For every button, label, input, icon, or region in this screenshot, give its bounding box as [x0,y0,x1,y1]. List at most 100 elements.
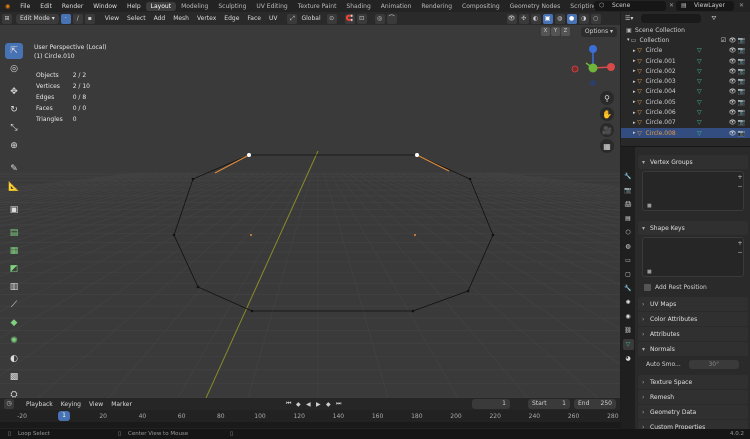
menu-uv[interactable]: UV [265,15,282,22]
perspective-toggle-icon[interactable]: ▦ [600,139,614,153]
gizmo-icon[interactable]: ✣ [518,13,529,24]
scene-tab-icon[interactable]: ⬡ [623,227,634,238]
navigation-gizmo[interactable] [570,41,616,87]
edge-slide-icon[interactable]: ▩ [5,369,23,385]
start-frame-field[interactable]: Start 1 [528,399,570,409]
tab-texture-paint[interactable]: Texture Paint [293,2,342,11]
normals-panel[interactable]: ▾ Normals [638,342,748,356]
snap-icon[interactable]: 🧲 [344,13,355,24]
eye-icon[interactable]: 👁 [728,109,737,116]
eye-icon[interactable]: 👁 [728,58,737,65]
outliner-item[interactable]: ▸ ▽ Circle.001 ▽ 👁 📷 [621,56,750,66]
pivot-icon[interactable]: ⊙ [326,13,337,24]
visibility-icon[interactable]: 👁 [506,13,517,24]
close-view-layer-icon[interactable]: ✕ [739,2,744,9]
vertex[interactable] [172,233,176,237]
outliner-item[interactable]: ▸ ▽ Circle.005 ▽ 👁 📷 [621,97,750,107]
add-rest-position-checkbox[interactable]: Add Rest Position [638,281,748,293]
eye-icon[interactable]: 👁 [728,78,737,85]
color-attributes-panel[interactable]: › Color Attributes [638,312,748,326]
outliner-scene-collection[interactable]: ▣ Scene Collection [621,25,750,35]
outliner-item[interactable]: ▸ ▽ Circle.006 ▽ 👁 📷 [621,107,750,117]
outliner-item-active[interactable]: ▸ ▽ Circle.008 ▽ 👁 📷 [621,127,750,139]
overlay-icon[interactable]: ◐ [530,13,541,24]
render-tab-icon[interactable]: 📷 [623,185,634,196]
remove-icon[interactable]: − [736,249,744,257]
bevel-icon[interactable]: ◩ [5,261,23,277]
scene-selector[interactable]: ⬡ Scene [594,1,666,11]
view-layer-tab-icon[interactable]: ▤ [623,213,634,224]
mirror-x-toggle[interactable]: X [541,27,550,36]
vertex[interactable] [250,309,254,313]
tab-geometry-nodes[interactable]: Geometry Nodes [505,2,566,11]
current-frame-marker[interactable]: 1 [58,411,70,421]
eye-icon[interactable]: 👁 [728,37,737,44]
vertex[interactable] [466,289,470,293]
next-keyframe-icon[interactable]: ◆ [326,401,331,408]
wireframe-shading-icon[interactable]: ◍ [554,13,565,24]
list-grip-icon[interactable]: ■ [647,269,652,275]
zoom-icon[interactable]: ⚲ [600,91,614,105]
vertex[interactable] [491,233,495,237]
menu-render[interactable]: Render [57,3,88,10]
object-tab-icon[interactable]: ▢ [623,269,634,280]
menu-mesh[interactable]: Mesh [169,15,193,22]
shrink-fatten-icon[interactable]: ⛭ [5,387,23,398]
menu-marker[interactable]: Marker [107,401,136,408]
play-reverse-icon[interactable]: ◀ [306,401,311,408]
snap-target-icon[interactable]: ⊡ [356,13,367,24]
camera-render-icon[interactable]: 📷 [737,99,746,106]
inset-icon[interactable]: ▦ [5,243,23,259]
shape-keys-list[interactable]: + − ■ [642,237,744,277]
checkbox-icon[interactable]: ☑ [719,37,728,44]
view-layer-selector[interactable]: ▤ ViewLayer [676,1,734,11]
modifier-tab-icon[interactable]: 🔧 [623,283,634,294]
texture-space-panel[interactable]: › Texture Space [638,375,748,389]
eye-icon[interactable]: 👁 [728,47,737,54]
cursor-icon[interactable]: ◎ [5,61,23,77]
poly-build-icon[interactable]: ◆ [5,315,23,331]
timeline-editor-icon[interactable]: ◷ [4,399,14,409]
menu-add[interactable]: Add [150,15,170,22]
menu-face[interactable]: Face [243,15,265,22]
rendered-shading-icon[interactable]: ○ [590,13,601,24]
camera-render-icon[interactable]: 📷 [737,68,746,75]
tab-animation[interactable]: Animation [376,2,417,11]
particles-tab-icon[interactable]: ✺ [623,297,634,308]
geometry-data-panel[interactable]: › Geometry Data [638,405,748,419]
vertex-groups-list[interactable]: + − ■ [642,171,744,211]
xray-icon[interactable]: ▣ [542,13,553,24]
outliner-item[interactable]: ▸ ▽ Circle.007 ▽ 👁 📷 [621,118,750,128]
outliner-item[interactable]: ▸ ▽ Circle.003 ▽ 👁 📷 [621,76,750,86]
menu-edit[interactable]: Edit [35,3,57,10]
mesh-data-tab-icon[interactable]: ▽ [622,339,634,350]
spin-icon[interactable]: ✺ [5,333,23,349]
list-grip-icon[interactable]: ■ [647,203,652,209]
menu-keying[interactable]: Keying [57,401,85,408]
vertex[interactable] [411,309,415,313]
camera-render-icon[interactable]: 📷 [737,88,746,95]
tab-rendering[interactable]: Rendering [416,2,457,11]
edge-select-icon[interactable]: / [72,13,83,24]
play-icon[interactable]: ▶ [316,401,321,408]
orientation-selector[interactable]: Global [297,15,324,22]
camera-render-icon[interactable]: 📷 [737,78,746,85]
camera-render-icon[interactable]: 📷 [737,119,746,126]
selected-vertex-left[interactable] [247,153,251,157]
eye-icon[interactable]: 👁 [728,130,737,137]
camera-render-icon[interactable]: 📷 [737,47,746,54]
outliner-search[interactable] [641,14,702,23]
jump-end-icon[interactable]: ⏭ [336,400,341,408]
camera-render-icon[interactable]: 📷 [737,109,746,116]
blender-logo-icon[interactable]: ◉ [0,3,15,10]
viewport-3d[interactable]: ⇱ ◎ ✥ ↻ ⤡ ⊕ ✎ 📐 ▣ ▤ ▦ ◩ ▥ ⟋ ◆ ✺ ◐ ▩ ⛭ ⟡ … [0,25,620,398]
move-icon[interactable]: ✥ [5,84,23,100]
scale-icon[interactable]: ⤡ [5,120,23,136]
loop-cut-icon[interactable]: ▥ [5,279,23,295]
outliner-item[interactable]: ▸ ▽ Circle.002 ▽ 👁 📷 [621,66,750,76]
rotate-icon[interactable]: ↻ [5,102,23,118]
filter-icon[interactable]: ⛛ [711,15,716,23]
menu-select[interactable]: Select [123,15,150,22]
tool-tab-icon[interactable]: 🔧 [623,171,634,182]
prev-keyframe-icon[interactable]: ◆ [296,401,301,408]
